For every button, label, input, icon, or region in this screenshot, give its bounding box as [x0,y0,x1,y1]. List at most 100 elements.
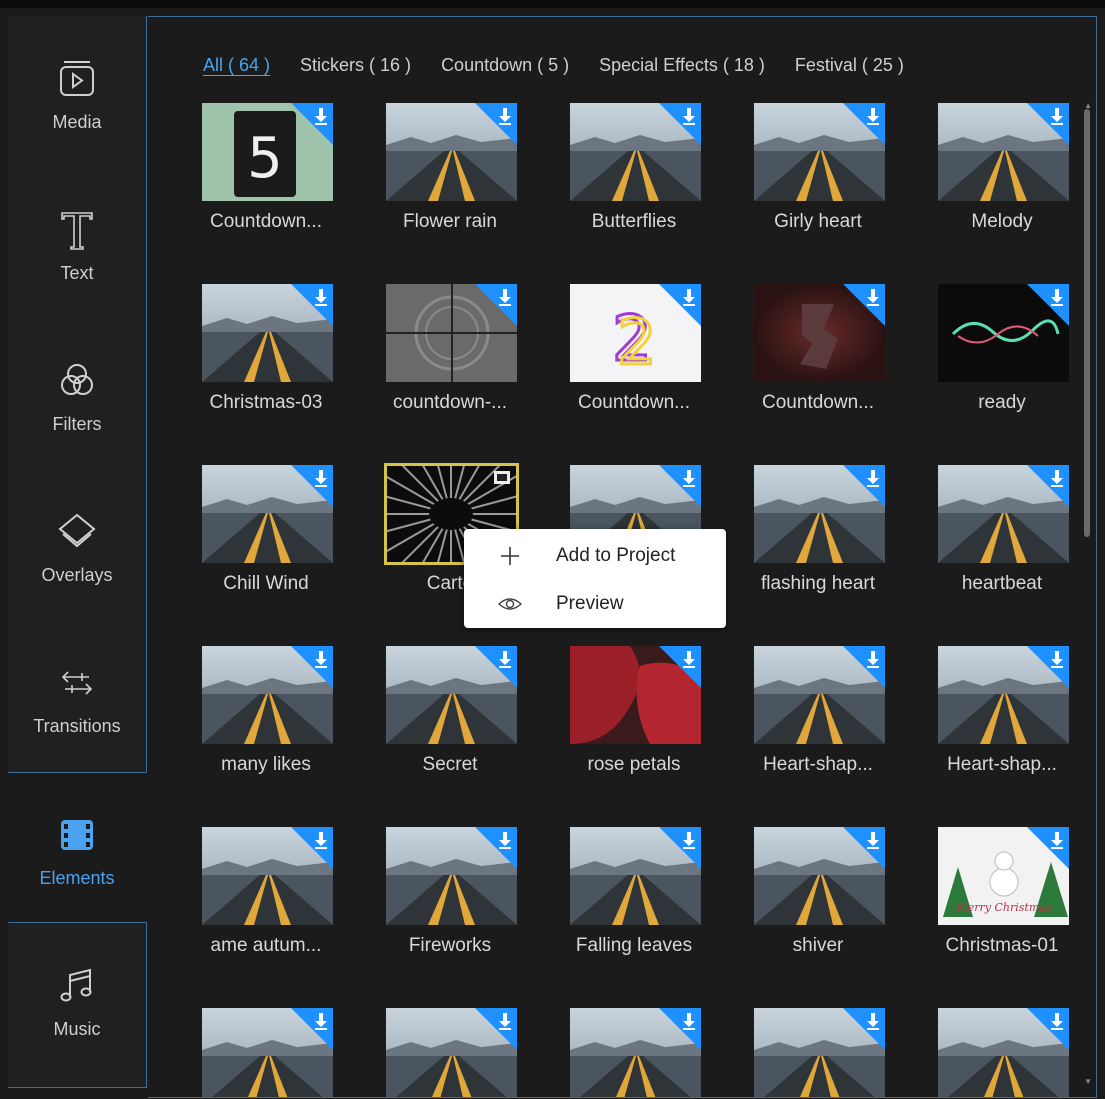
element-tile[interactable]: Falling leaves [566,827,706,957]
download-icon[interactable] [682,107,696,125]
download-icon[interactable] [314,469,328,487]
element-thumbnail[interactable] [570,103,701,201]
element-tile[interactable] [750,1008,890,1097]
element-tile[interactable]: Christmas-03 [198,284,338,414]
element-tile[interactable]: Girly heart [750,103,890,233]
element-tile[interactable]: 5 Countdown... [198,103,338,233]
element-thumbnail[interactable] [938,103,1069,201]
tab-special-effects[interactable]: Special Effects ( 18 ) [599,55,765,85]
element-tile[interactable]: Heart-shap... [750,646,890,776]
element-thumbnail[interactable] [202,284,333,382]
download-icon[interactable] [314,288,328,306]
sidebar-item-music[interactable]: Music [8,923,146,1073]
download-icon[interactable] [314,831,328,849]
element-tile[interactable]: Countdown... [750,284,890,414]
sidebar-item-elements[interactable]: Elements [8,772,146,922]
element-thumbnail[interactable]: 22 [570,284,701,382]
element-thumbnail[interactable] [570,827,701,925]
tab-countdown[interactable]: Countdown ( 5 ) [441,55,569,85]
element-thumbnail[interactable] [202,465,333,563]
element-tile[interactable] [566,1008,706,1097]
element-thumbnail[interactable] [202,827,333,925]
element-thumbnail[interactable] [938,1008,1069,1097]
download-icon[interactable] [866,831,880,849]
element-thumbnail[interactable]: Merry Christmas [938,827,1069,925]
tab-stickers[interactable]: Stickers ( 16 ) [300,55,411,85]
element-thumbnail[interactable] [386,646,517,744]
element-thumbnail[interactable] [386,1008,517,1097]
tab-festival[interactable]: Festival ( 25 ) [795,55,904,85]
element-thumbnail[interactable] [754,103,885,201]
download-icon[interactable] [682,831,696,849]
element-tile[interactable]: countdown-... [382,284,522,414]
element-thumbnail[interactable] [202,1008,333,1097]
download-icon[interactable] [1050,831,1064,849]
element-tile[interactable]: Chill Wind [198,465,338,595]
add-to-project-menu-item[interactable]: Add to Project [464,534,726,578]
element-tile[interactable]: rose petals [566,646,706,776]
download-icon[interactable] [866,288,880,306]
element-thumbnail[interactable] [570,1008,701,1097]
element-thumbnail[interactable] [754,465,885,563]
element-thumbnail[interactable]: 5 [202,103,333,201]
element-tile[interactable]: Flower rain [382,103,522,233]
download-icon[interactable] [866,107,880,125]
element-tile[interactable]: Secret [382,646,522,776]
download-icon[interactable] [314,107,328,125]
download-icon[interactable] [1050,469,1064,487]
download-icon[interactable] [498,1012,512,1030]
download-icon[interactable] [866,469,880,487]
element-tile[interactable]: Fireworks [382,827,522,957]
download-icon[interactable] [866,650,880,668]
element-tile[interactable]: ame autum... [198,827,338,957]
element-tile[interactable]: 2 2 Countdown... [566,284,706,414]
sidebar-item-overlays[interactable]: Overlays [8,469,146,619]
element-thumbnail[interactable] [754,646,885,744]
element-tile[interactable]: shiver [750,827,890,957]
download-icon[interactable] [314,650,328,668]
element-thumbnail[interactable] [938,284,1069,382]
tab-all[interactable]: All ( 64 ) [203,55,270,85]
download-icon[interactable] [682,469,696,487]
element-thumbnail[interactable] [754,1008,885,1097]
element-thumbnail[interactable] [754,284,885,382]
preview-menu-item[interactable]: Preview [464,582,726,626]
download-icon[interactable] [682,1012,696,1030]
download-icon[interactable] [1050,650,1064,668]
download-icon[interactable] [498,107,512,125]
download-icon[interactable] [498,288,512,306]
element-tile[interactable]: Merry Christmas Christmas-01 [934,827,1074,957]
element-tile[interactable] [382,1008,522,1097]
download-icon[interactable] [498,831,512,849]
sidebar-item-transitions[interactable]: Transitions [8,620,146,770]
scrollbar-thumb[interactable] [1084,109,1090,537]
element-thumbnail[interactable] [202,646,333,744]
element-thumbnail[interactable] [386,284,517,382]
element-tile[interactable] [934,1008,1074,1097]
download-icon[interactable] [682,288,696,306]
download-icon[interactable] [866,1012,880,1030]
element-thumbnail[interactable] [386,827,517,925]
element-tile[interactable]: Melody [934,103,1074,233]
element-thumbnail[interactable] [386,103,517,201]
download-icon[interactable] [498,650,512,668]
element-tile[interactable] [198,1008,338,1097]
element-tile[interactable]: heartbeat [934,465,1074,595]
element-thumbnail[interactable] [754,827,885,925]
element-tile[interactable]: Heart-shap... [934,646,1074,776]
download-icon[interactable] [1050,288,1064,306]
sidebar-item-filters[interactable]: Filters [8,318,146,468]
download-icon[interactable] [682,650,696,668]
element-thumbnail[interactable] [938,465,1069,563]
element-thumbnail[interactable] [938,646,1069,744]
element-thumbnail[interactable] [570,646,701,744]
download-icon[interactable] [1050,1012,1064,1030]
element-tile[interactable]: Butterflies [566,103,706,233]
sidebar-item-media[interactable]: Media [8,16,146,166]
element-tile[interactable]: many likes [198,646,338,776]
sidebar-item-text[interactable]: Text [8,167,146,317]
download-icon[interactable] [1050,107,1064,125]
element-tile[interactable]: flashing heart [750,465,890,595]
download-icon[interactable] [314,1012,328,1030]
element-tile[interactable]: ready [934,284,1074,414]
